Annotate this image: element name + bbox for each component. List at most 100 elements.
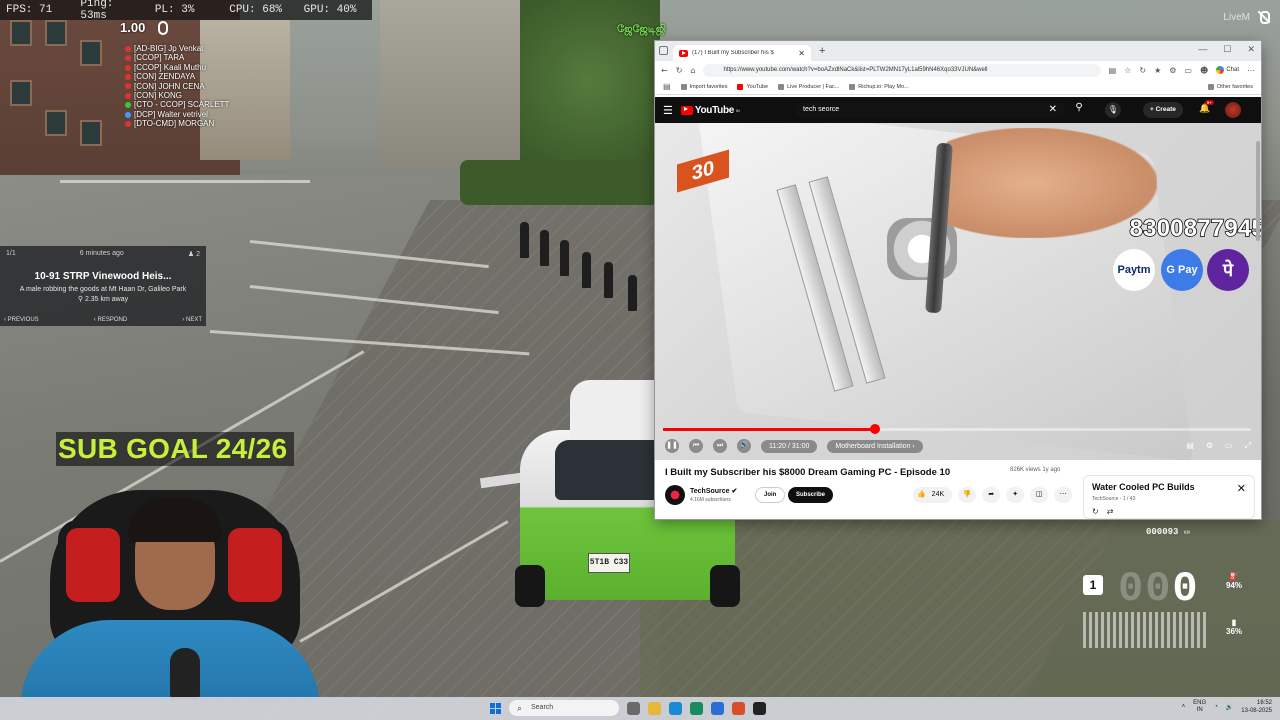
voice-search-icon[interactable]: 🎙 — [1105, 102, 1121, 118]
youtube-logo[interactable]: YouTube IN — [680, 105, 740, 116]
tab-youtube[interactable]: (17) I Built my Subscriber his $ ✕ — [673, 45, 811, 61]
language-indicator[interactable]: ENG IN — [1193, 700, 1206, 714]
subscribe-button[interactable]: Subscribe — [788, 487, 834, 503]
other-favorites[interactable]: Other favorites — [1207, 83, 1253, 90]
shuffle-icon[interactable]: ⇄ — [1107, 507, 1114, 516]
favorite-star-icon[interactable]: ☆ — [1124, 66, 1131, 75]
url-field[interactable]: https://www.youtube.com/watch?v=boAZxdlN… — [703, 63, 1101, 77]
playlist-close-icon[interactable]: ✕ — [1237, 482, 1246, 495]
start-button[interactable] — [490, 702, 501, 714]
tab-close-icon[interactable]: ✕ — [798, 49, 805, 58]
channel-name[interactable]: TechSource ✔ — [690, 487, 737, 495]
fuel-gauge: ⛽ 94% — [1226, 572, 1243, 590]
create-button[interactable]: + Create — [1143, 102, 1183, 118]
bollard — [582, 252, 591, 288]
gear-indicator: 1 — [1083, 575, 1103, 595]
refresh-icon[interactable]: ↻ — [676, 66, 683, 75]
player-name: [CCOP] TARA — [134, 53, 185, 63]
join-button[interactable]: Join — [755, 487, 786, 503]
speaker-icon[interactable]: 🔊 — [1226, 704, 1233, 711]
clear-search-icon[interactable]: ✕ — [1049, 102, 1057, 118]
mail-icon[interactable] — [711, 701, 724, 715]
back-arrow-icon[interactable]: ← — [661, 66, 668, 75]
dispatch-next-button[interactable]: › NEXT — [182, 317, 202, 323]
new-tab-button[interactable]: + — [819, 45, 825, 57]
video-progress-bar[interactable] — [663, 424, 1251, 434]
copilot-chat-button[interactable]: Chat — [1216, 66, 1239, 74]
tab-actions-icon[interactable] — [659, 46, 668, 55]
dislike-icon[interactable]: 👎 — [958, 487, 977, 503]
player-name: [DCP] Walter vetrivel — [134, 109, 208, 119]
progress-scrubber[interactable] — [869, 424, 880, 434]
notifications-bell-icon[interactable]: 🔔 9+ — [1199, 100, 1214, 114]
more-icon[interactable]: ⋯ — [1247, 66, 1255, 75]
tray-overflow-icon[interactable]: ˄ — [1182, 704, 1186, 710]
next-icon[interactable]: ⏭ — [713, 439, 727, 453]
loop-icon[interactable]: ↻ — [1092, 507, 1099, 516]
speedometer: 000 — [1118, 565, 1200, 613]
player-list-item: [DTO-CMD] MORGAN — [125, 119, 229, 128]
task-view-icon[interactable] — [627, 701, 640, 715]
file-explorer-icon[interactable] — [648, 701, 661, 715]
captions-icon[interactable]: ▤ — [1186, 441, 1194, 451]
close-window-button[interactable]: ✕ — [1247, 44, 1255, 55]
chapter-button[interactable]: Motherboard Installation › — [827, 439, 923, 453]
theater-mode-icon[interactable]: ▭ — [1225, 441, 1233, 451]
youtube-search-input[interactable]: tech seorce ✕ — [795, 102, 1065, 118]
profile-icon[interactable]: ☻ — [1200, 66, 1208, 75]
system-tray: ˄ ENG IN ◔ 🔊 16:52 13-08-2025 — [1182, 699, 1272, 715]
settings-gear-icon[interactable]: ⚙ — [1206, 441, 1213, 451]
fullscreen-icon[interactable]: ⤢ — [1245, 441, 1251, 451]
volume-icon[interactable]: 🔊 — [737, 439, 751, 453]
home-icon[interactable]: ⌂ — [690, 66, 695, 75]
clock[interactable]: 16:52 13-08-2025 — [1241, 699, 1272, 715]
pause-icon[interactable]: ❚❚ — [665, 439, 679, 453]
wifi-icon[interactable]: ◔ — [1214, 704, 1218, 710]
player-status-icon — [125, 83, 131, 90]
previous-icon[interactable]: ⏮ — [689, 439, 703, 453]
maximize-button[interactable]: ☐ — [1223, 44, 1231, 55]
streamer-hair — [128, 498, 222, 542]
channel-avatar[interactable] — [665, 485, 685, 505]
more-actions-icon[interactable]: ⋯ — [1054, 487, 1073, 503]
share-icon[interactable]: ➦ — [982, 487, 1001, 503]
collections-icon[interactable]: ▭ — [1184, 66, 1192, 75]
player-status-icon — [125, 64, 131, 71]
dispatch-respond-button[interactable]: ‹ RESPOND — [94, 317, 127, 323]
player-list-item: [CON] JOHN CENA — [125, 82, 229, 91]
sparkle-icon[interactable]: ✦ — [1006, 487, 1025, 503]
refresh-page-icon[interactable]: ↻ — [1139, 66, 1146, 75]
chrome-icon[interactable] — [732, 701, 745, 715]
player-status-icon — [125, 92, 131, 99]
favorite-link[interactable]: YouTube — [737, 83, 768, 90]
obs-icon[interactable] — [753, 701, 766, 715]
like-button[interactable]: 👍 24K — [913, 487, 953, 503]
dispatch-previous-button[interactable]: ‹ PREVIOUS — [4, 317, 39, 323]
edge-icon[interactable] — [669, 701, 682, 715]
sidebar-toggle-icon[interactable]: ▤ — [663, 82, 671, 91]
video-player[interactable]: 30 8300877945 Paytm G Pay पे ❚❚ ⏮ ⏭ 🔊 11… — [655, 123, 1261, 460]
page-scrollbar[interactable] — [1256, 141, 1260, 241]
youtube-logo-icon — [680, 105, 693, 115]
account-avatar[interactable] — [1225, 102, 1241, 118]
hand — [947, 128, 1157, 238]
player-name: [CTO - CCOP] SCARLETT — [134, 100, 230, 110]
license-plate: 5T1B C33 — [588, 553, 630, 573]
menu-icon[interactable]: ☰ — [663, 104, 673, 117]
sub-goal-banner: SUB GOAL 24/26 — [56, 432, 294, 466]
save-icon[interactable]: ◫ — [1030, 487, 1049, 503]
taskbar-search[interactable]: Search — [509, 700, 619, 716]
favorites-icon[interactable]: ★ — [1154, 66, 1161, 75]
search-icon[interactable]: ⚲ — [1071, 102, 1087, 118]
reader-icon[interactable]: ▤ — [1109, 66, 1117, 75]
performance-overlay: FPS: 71 Ping: 53ms PL: 3% CPU: 68% GPU: … — [0, 0, 372, 22]
playlist-title[interactable]: Water Cooled PC Builds — [1092, 482, 1195, 492]
dispatch-time: 6 minutes ago — [79, 250, 124, 257]
odometer: 000093 KM — [1146, 527, 1190, 537]
favorite-link[interactable]: Richup.io: Play Mo... — [849, 83, 909, 90]
app-icon[interactable] — [690, 701, 703, 715]
favorite-link[interactable]: Import favorites — [680, 83, 727, 90]
minimize-button[interactable]: — — [1198, 44, 1207, 55]
favorite-link[interactable]: Live Producer | Fac... — [778, 83, 839, 90]
extensions-icon[interactable]: ⚙ — [1169, 66, 1176, 75]
